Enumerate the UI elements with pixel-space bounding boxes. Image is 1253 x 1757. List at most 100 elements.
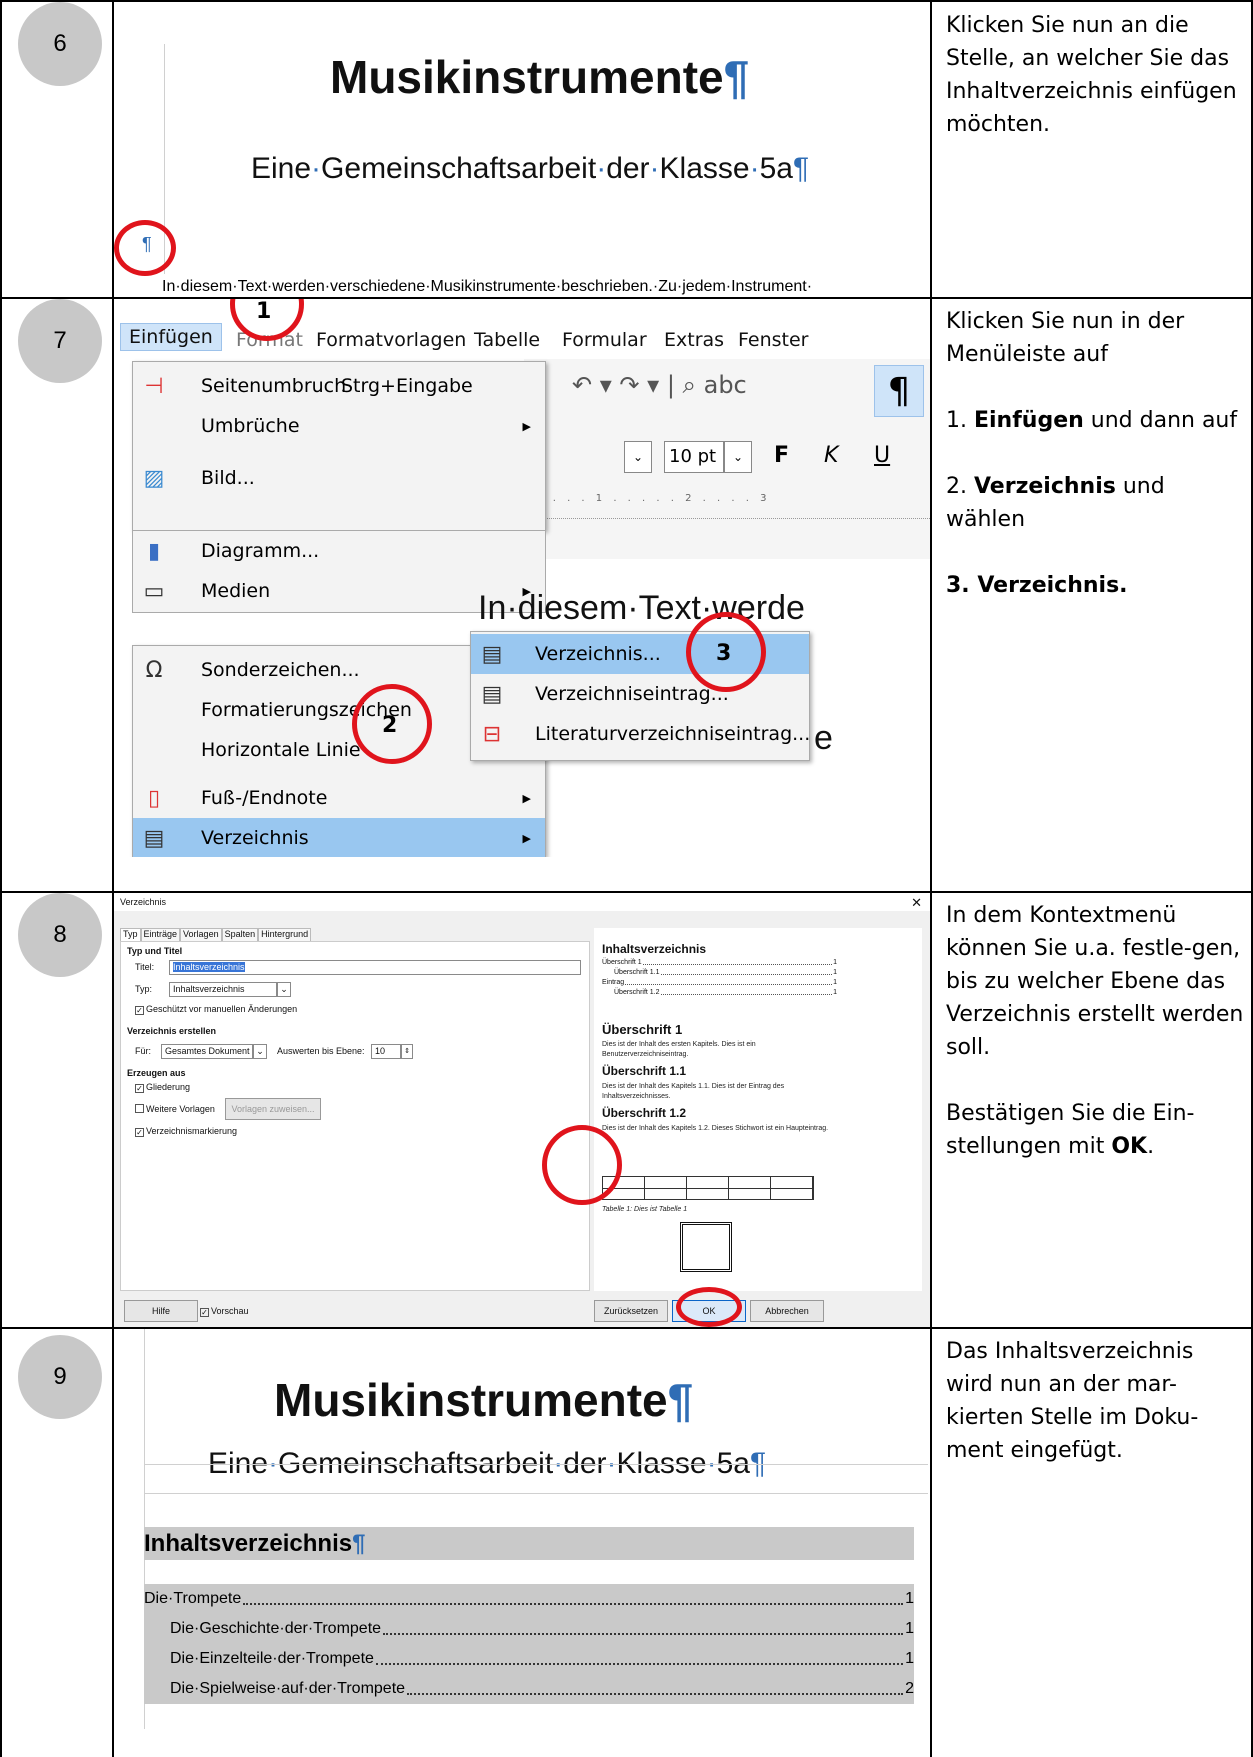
dialog-titlebar: Verzeichnis ✕: [114, 893, 930, 911]
menu-tabelle[interactable]: Tabelle: [474, 329, 540, 351]
scope-select[interactable]: Gesamtes Dokument: [161, 1044, 253, 1059]
toc-entry[interactable]: Die·Trompete 1: [144, 1584, 914, 1614]
preview-text: Dies ist der Inhalt des Kapitels 1.2. Di…: [602, 1125, 829, 1132]
preview-heading: Überschrift 1.1: [602, 1064, 687, 1078]
menu-item-verzeichnis[interactable]: ▤ Verzeichnis ▶: [133, 818, 545, 857]
tab-spalten[interactable]: Spalten: [221, 928, 259, 941]
ruler: . . . . . 1 . . . . . 2 . . . . 3: [524, 493, 930, 519]
step-marker-2: 2: [382, 713, 398, 738]
omega-icon: Ω: [145, 657, 163, 683]
index-marks-checkbox[interactable]: ✓ Verzeichnismarkierung: [135, 1126, 237, 1137]
highlight-circle: [542, 1125, 622, 1205]
menu-item-umbrueche[interactable]: Umbrüche ▶: [133, 406, 545, 446]
instruction-step8: In dem Kontextmenü können Sie u.a. festl…: [946, 903, 1244, 1159]
title-label: Titel:: [135, 962, 155, 972]
step-marker-1: 1: [256, 299, 272, 324]
tab-eintraege[interactable]: Einträge: [140, 928, 181, 941]
menu-extras[interactable]: Extras: [664, 329, 724, 351]
tab-vorlagen[interactable]: Vorlagen: [180, 928, 222, 941]
document-screenshot-step6: Musikinstrumente¶ Eine·Gemeinschaftsarbe…: [114, 2, 930, 297]
toc-heading: Inhaltsverzeichnis¶: [144, 1527, 914, 1560]
reset-button[interactable]: Zurücksetzen: [594, 1300, 668, 1322]
preview-text: Dies ist der Inhalt des Kapitels 1.1. Di…: [602, 1083, 785, 1100]
menu-item-fussnote[interactable]: ▯ Fuß-/Endnote ▶: [133, 778, 545, 818]
submenu-arrow-icon: ▶: [522, 831, 531, 845]
step-number: 6: [18, 2, 102, 86]
toc-entry[interactable]: Die·Spielweise·auf·der·Trompete 2: [144, 1674, 914, 1704]
preview-pane: Inhaltsverzeichnis Überschrift 11 Übersc…: [594, 928, 922, 1291]
background-document-text-2: e: [814, 719, 833, 757]
dialog-title: Verzeichnis: [120, 897, 167, 907]
preview-heading: Überschrift 1: [602, 1022, 683, 1037]
assign-styles-button[interactable]: Vorlagen zuweisen...: [225, 1098, 321, 1120]
level-stepper[interactable]: ⇕: [401, 1044, 413, 1059]
instruction-step7: Klicken Sie nun in der Menüleiste auf 1.…: [946, 309, 1238, 598]
toc-entry[interactable]: Die·Einzelteile·der·Trompete 1: [144, 1644, 914, 1674]
body-text-line: In·diesem·Text·werden·verschiedene·Musik…: [162, 278, 813, 295]
insert-menu-top: ⊣ Seitenumbruch Strg+Eingabe Umbrüche ▶ …: [132, 361, 546, 531]
title-field[interactable]: Inhaltsverzeichnis: [169, 960, 581, 975]
column-divider: [930, 0, 932, 1757]
underline-button[interactable]: U: [874, 443, 890, 468]
highlight-circle: [676, 1287, 742, 1327]
cancel-button[interactable]: Abbrechen: [750, 1300, 824, 1322]
submenu-item-verzeichniseintrag[interactable]: ▤ Verzeichniseintrag...: [471, 674, 809, 714]
document-title: Musikinstrumente¶: [274, 1374, 694, 1426]
column-divider: [0, 0, 2, 1757]
document-subtitle: Eine·Gemeinschaftsarbeit·der·Klasse·5a¶: [251, 152, 810, 185]
menu-formular[interactable]: Formular: [562, 329, 647, 351]
preview-checkbox[interactable]: ✓ Vorschau: [200, 1306, 249, 1317]
background-document-text: In·diesem·Text·werde: [478, 589, 805, 627]
level-field[interactable]: 10: [371, 1044, 401, 1059]
section-boundary: [144, 1464, 928, 1494]
close-icon[interactable]: ✕: [911, 895, 922, 911]
index-entry-icon: ▤: [481, 681, 503, 707]
more-styles-checkbox[interactable]: Weitere Vorlagen: [135, 1104, 215, 1114]
menu-einfuegen[interactable]: Einfügen: [120, 323, 222, 351]
protected-checkbox[interactable]: ✓ Geschützt vor manuellen Änderungen: [135, 1004, 297, 1015]
dialog-tabs: Typ Einträge Vorlagen Spalten Hintergrun…: [120, 928, 312, 941]
menu-item-diagramm[interactable]: ▮ Diagramm...: [133, 531, 545, 571]
step-number: 7: [18, 299, 102, 383]
formatting-marks-icon[interactable]: ¶: [874, 365, 924, 417]
chevron-down-icon[interactable]: ⌄: [624, 441, 652, 473]
toolbar-area: ↶ ▾ ↷ ▾ | ⌕ abc ¶ ⌄ 10 pt ⌄ F K U . . . …: [524, 359, 930, 559]
undo-redo-icons: ↶ ▾ ↷ ▾ | ⌕ abc: [572, 371, 747, 399]
preview-frame: [680, 1222, 732, 1272]
level-label: Auswerten bis Ebene:: [277, 1046, 365, 1056]
menu-screenshot-step7: ↶ ▾ ↷ ▾ | ⌕ abc ¶ ⌄ 10 pt ⌄ F K U . . . …: [114, 299, 930, 857]
submenu-item-literaturverzeichniseintrag[interactable]: ⊟ Literaturverzeichniseintrag...: [471, 714, 810, 754]
type-select[interactable]: Inhaltsverzeichnis: [169, 982, 277, 997]
preview-text: Dies ist der Inhalt des ersten Kapitels.…: [602, 1041, 756, 1058]
submenu-arrow-icon: ▶: [522, 791, 531, 805]
outline-checkbox[interactable]: ✓ Gliederung: [135, 1082, 190, 1093]
instruction-step9: Das Inhaltsverzeichnis wird nun an der m…: [946, 1339, 1199, 1463]
toc-entry[interactable]: Die·Geschichte·der·Trompete 1: [144, 1614, 914, 1644]
help-button[interactable]: Hilfe: [124, 1300, 198, 1322]
chevron-down-icon[interactable]: ⌄: [724, 441, 752, 473]
for-label: Für:: [135, 1046, 152, 1056]
preview-toc-row: Überschrift 1.1 1: [614, 969, 837, 976]
chevron-down-icon[interactable]: ⌄: [277, 982, 291, 997]
chevron-down-icon[interactable]: ⌄: [253, 1044, 267, 1059]
instruction-step6: Klicken Sie nun an die Stelle, an welche…: [946, 13, 1237, 137]
italic-button[interactable]: K: [824, 443, 838, 468]
type-label: Typ:: [135, 984, 153, 994]
preview-table: [602, 1176, 814, 1200]
step-number: 9: [18, 1335, 102, 1419]
step-marker-3: 3: [716, 641, 732, 666]
preview-toc-row: Überschrift 11: [602, 959, 837, 966]
tab-typ[interactable]: Typ: [120, 928, 141, 941]
preview-toc-row: Eintrag 1: [602, 979, 837, 986]
tab-hintergrund[interactable]: Hintergrund: [258, 928, 312, 941]
menu-item-bild[interactable]: ▨ Bild...: [133, 458, 545, 498]
menu-formatvorlagen[interactable]: Formatvorlagen: [316, 329, 466, 351]
settings-pane: Typ und Titel Titel: Inhaltsverzeichnis …: [120, 941, 590, 1291]
menu-item-seitenumbruch[interactable]: ⊣ Seitenumbruch Strg+Eingabe: [133, 366, 545, 406]
bold-button[interactable]: F: [774, 443, 789, 468]
step-number: 8: [18, 893, 102, 977]
font-size-field[interactable]: 10 pt: [664, 441, 724, 473]
index-icon: ▤: [143, 825, 165, 851]
bibliography-icon: ⊟: [482, 721, 502, 747]
menu-fenster[interactable]: Fenster: [738, 329, 808, 351]
